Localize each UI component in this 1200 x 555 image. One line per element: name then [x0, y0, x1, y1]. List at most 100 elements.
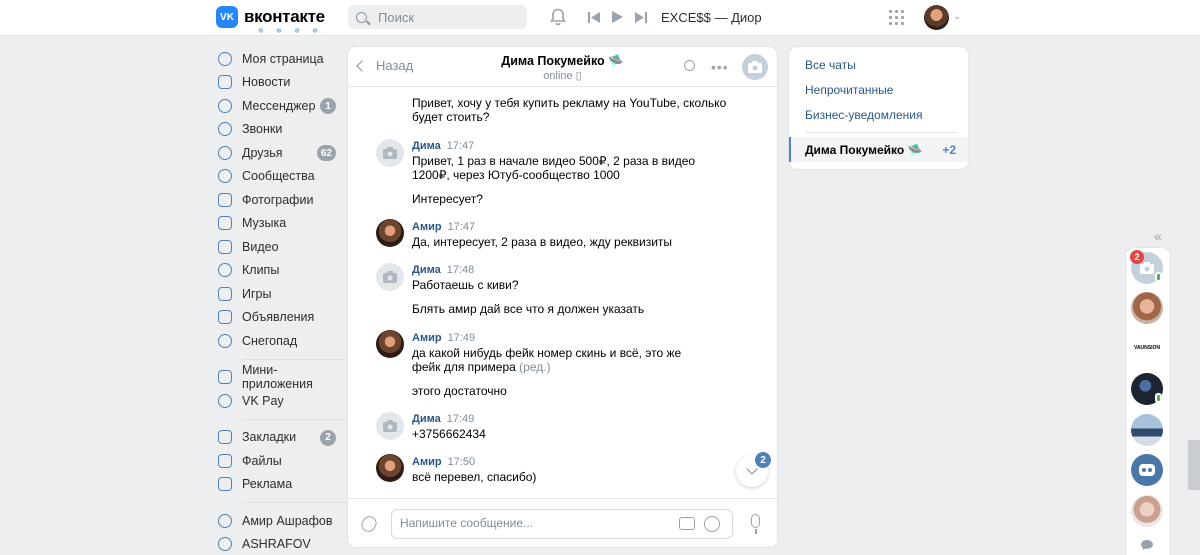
mini-apps-icon — [218, 370, 232, 385]
sidebar-item-games[interactable]: Игры — [218, 282, 342, 306]
window-scrollbar[interactable] — [1188, 440, 1200, 490]
rail-chat-avatar[interactable] — [1131, 414, 1163, 446]
more-icon[interactable]: ••• — [711, 59, 729, 75]
message-author[interactable]: Амир 17:49 — [412, 332, 475, 344]
next-track-icon[interactable] — [635, 11, 647, 23]
games-icon — [218, 286, 232, 301]
message-text: Работаешь с киви? — [412, 278, 519, 292]
sender-avatar[interactable] — [376, 412, 404, 440]
news-icon — [218, 75, 232, 90]
chat-header: Назад Дима Покумейко 🛸 online ▯ ••• — [348, 47, 777, 87]
prev-track-icon[interactable] — [588, 11, 600, 23]
sender-avatar[interactable] — [376, 219, 404, 247]
author-name[interactable]: Дима — [412, 140, 441, 152]
sidebar-item-friends[interactable]: Друзья 62 — [218, 141, 342, 165]
sidebar-item-classifieds[interactable]: Объявления — [218, 306, 342, 330]
author-name[interactable]: Амир — [412, 332, 442, 344]
sidebar-item-label: Звонки — [242, 122, 283, 137]
sidebar-item-label: Реклама — [242, 477, 293, 492]
sidebar-item-messenger[interactable]: Мессенджер 1 — [218, 94, 342, 118]
sidebar-item-news[interactable]: Новости — [218, 71, 342, 95]
rail-chat-avatar[interactable] — [1131, 454, 1163, 486]
collapse-rail-icon[interactable]: « — [1154, 228, 1162, 244]
sender-avatar[interactable] — [376, 139, 404, 167]
camera-icon — [1140, 262, 1154, 274]
friends-count-badge: 62 — [316, 145, 336, 161]
camera-icon — [383, 271, 397, 283]
folder-unread[interactable]: Непрочитанные — [805, 83, 893, 97]
audio-player — [588, 11, 647, 23]
rail-chat-avatar[interactable] — [1131, 292, 1163, 324]
sidebar-item-label: Сообщества — [242, 169, 315, 184]
snowflake-icon: ❄ — [276, 28, 282, 35]
chat-rail: 2 VAUNSION — [1126, 248, 1170, 555]
sidebar-item-bookmarks[interactable]: Закладки 2 — [218, 426, 342, 450]
sender-avatar[interactable] — [376, 454, 404, 482]
search-placeholder: Поиск — [378, 9, 415, 25]
message-composer — [348, 498, 777, 547]
rail-chat-avatar[interactable] — [1131, 495, 1163, 527]
sidebar-item-photos[interactable]: Фотографии — [218, 188, 342, 212]
chat-peer-avatar[interactable] — [742, 54, 768, 80]
author-name[interactable]: Амир — [412, 221, 442, 233]
message-time: 17:49 — [446, 413, 475, 425]
sidebar-item-community-amir[interactable]: Амир Ашрафов — [218, 509, 342, 533]
sidebar-item-music[interactable]: Музыка — [218, 212, 342, 236]
author-name[interactable]: Амир — [412, 456, 442, 468]
sidebar-item-label: Мини-приложения — [242, 363, 313, 392]
sidebar-item-vk-pay[interactable]: VK Pay — [218, 389, 342, 413]
sidebar-divider — [242, 502, 354, 503]
sidebar-divider — [242, 358, 354, 360]
phone-icon — [218, 122, 232, 137]
vk-logo[interactable]: VK вконтакте — [216, 6, 325, 28]
message-time: 17:48 — [446, 264, 475, 276]
sidebar-item-snowfall[interactable]: Снегопад — [218, 329, 342, 353]
emoji-icon[interactable] — [704, 516, 720, 532]
message-time: 17:50 — [447, 456, 476, 468]
message-author[interactable]: Дима 17:47 — [412, 140, 474, 152]
apps-grid-icon[interactable] — [889, 10, 904, 25]
message-input-box[interactable] — [391, 509, 733, 539]
message-author[interactable]: Амир 17:50 — [412, 456, 475, 468]
sidebar-item-community-ashrafov[interactable]: ASHRAFOV — [218, 533, 342, 555]
play-icon[interactable] — [612, 11, 623, 23]
profile-avatar[interactable] — [924, 5, 949, 30]
online-indicator — [1155, 272, 1162, 282]
sidebar-item-my-page[interactable]: Моя страница — [218, 47, 342, 71]
sidebar-item-communities[interactable]: Сообщества — [218, 165, 342, 189]
attach-icon[interactable] — [358, 513, 380, 535]
search-box[interactable]: Поиск — [348, 5, 527, 29]
sidebar-item-mini-apps[interactable]: Мини-приложения — [218, 363, 342, 392]
video-icon — [218, 239, 232, 254]
sidebar-item-clips[interactable]: Клипы — [218, 259, 342, 283]
rail-chat-avatar[interactable]: VAUNSION — [1131, 332, 1163, 364]
folder-business[interactable]: Бизнес-уведомления — [805, 108, 922, 122]
message-input[interactable] — [400, 516, 670, 530]
sidebar-item-calls[interactable]: Звонки — [218, 118, 342, 142]
sidebar-item-label: Закладки — [242, 430, 297, 445]
message-author[interactable]: Амир 17:47 — [412, 221, 475, 233]
chevron-down-icon[interactable]: ⌄ — [953, 11, 961, 22]
message-author[interactable]: Дима 17:49 — [412, 413, 474, 425]
sender-avatar[interactable] — [376, 263, 404, 291]
messenger-count-badge: 1 — [320, 98, 336, 114]
sidebar-item-label: ASHRAFOV — [242, 537, 311, 552]
classifieds-icon — [218, 310, 232, 325]
sidebar-item-label: Амир Ашрафов — [242, 513, 333, 528]
now-playing-track[interactable]: EXCE$$ — Диор — [661, 10, 762, 25]
sidebar-item-files[interactable]: Файлы — [218, 449, 342, 473]
author-name[interactable]: Дима — [412, 413, 441, 425]
message-icon[interactable] — [1141, 540, 1153, 550]
bell-icon[interactable] — [550, 8, 566, 26]
message-author[interactable]: Дима 17:48 — [412, 264, 474, 276]
search-icon[interactable] — [684, 60, 695, 71]
folder-all-chats[interactable]: Все чаты — [805, 58, 856, 72]
author-name[interactable]: Дима — [412, 264, 441, 276]
sidebar-item-ads[interactable]: Реклама — [218, 473, 342, 497]
camera-icon[interactable] — [679, 517, 695, 530]
music-icon — [218, 216, 232, 231]
sender-avatar[interactable] — [376, 330, 404, 358]
active-chat-item[interactable]: Дима Покумейко 🛸 +2 — [789, 137, 968, 162]
sidebar-item-video[interactable]: Видео — [218, 235, 342, 259]
microphone-icon[interactable] — [751, 514, 760, 528]
